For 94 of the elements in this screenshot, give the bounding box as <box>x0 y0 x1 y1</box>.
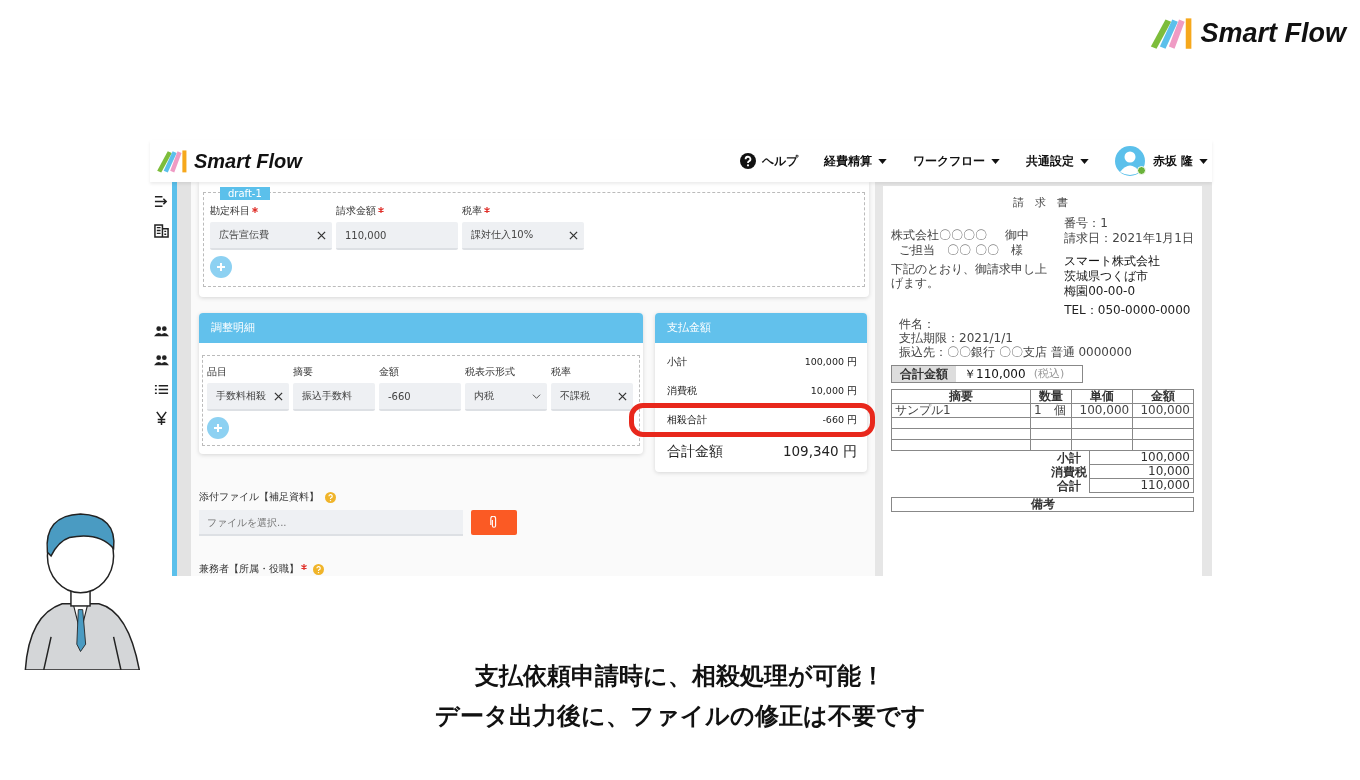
total-value: 109,340 円 <box>782 443 857 461</box>
doc-text: 茨城県つくば市 <box>1064 269 1150 283</box>
nav-menu[interactable]: 共通設定 <box>1025 152 1074 170</box>
field-label: 品目 <box>207 366 228 379</box>
input-field[interactable]: 課対仕入10% <box>462 222 584 250</box>
doc-text: 御中 <box>1005 228 1029 242</box>
amount-label: 相殺合計 <box>667 413 707 427</box>
doc-title: 請 求 書 <box>1011 196 1074 210</box>
doc-text: 梅園00-00-0 <box>1064 284 1137 298</box>
avatar[interactable] <box>1114 146 1145 176</box>
doc-text: 振込先：〇〇銀行 〇〇支店 普通 0000000 <box>898 345 1133 359</box>
doc-cell: 合計金額 <box>892 366 956 382</box>
close-icon[interactable] <box>569 230 578 240</box>
doc-text: 小計 <box>1056 451 1082 465</box>
logo-text: Smart Flow <box>1200 17 1346 49</box>
nav-menu[interactable]: ワークフロー <box>912 152 985 170</box>
doc-cell: 100,000 <box>1089 451 1194 465</box>
close-icon[interactable] <box>274 391 283 401</box>
nav-menu[interactable]: 経費精算 <box>823 152 872 170</box>
field-label: 金額 <box>379 366 400 379</box>
doc-text: 消費税 <box>1050 465 1088 479</box>
caption-text: 支払依頼申請時に、相殺処理が可能！ <box>475 661 885 692</box>
building-icon[interactable] <box>153 223 169 238</box>
plus-icon <box>213 423 223 433</box>
doc-cell: 1 個 <box>1030 403 1072 418</box>
issuer-name: スマート株式会社 <box>1064 254 1162 268</box>
users-icon[interactable] <box>153 324 169 339</box>
yen-icon[interactable] <box>153 411 169 426</box>
card-title: 支払金額 <box>667 321 711 335</box>
users-icon[interactable] <box>153 353 169 368</box>
chevron-icon <box>532 391 541 401</box>
doc-cell: サンプル1 <box>891 403 1031 418</box>
doc-text: TEL：050-0000-0000 <box>1064 303 1192 317</box>
draft-tag: draft-1 <box>220 187 270 200</box>
input-field[interactable]: 110,000 <box>336 222 458 250</box>
doc-text: 支払期限：2021/1/1 <box>898 331 1014 345</box>
doc-text: (税込) <box>1033 367 1065 381</box>
doc-header-cell: 金額 <box>1132 389 1194 404</box>
caret-icon <box>990 158 1000 164</box>
doc-text: 件名： <box>898 317 936 331</box>
amount-value: 100,000 円 <box>804 355 857 369</box>
input-field[interactable]: 広告宣伝費 <box>210 222 332 250</box>
caret-icon <box>877 158 887 164</box>
caret-icon <box>1199 158 1208 164</box>
field-label: 勘定科目 <box>210 205 250 218</box>
doc-header-cell: 単価 <box>1071 389 1133 404</box>
amount-value: -660 円 <box>822 413 857 427</box>
total-label: 合計金額 <box>667 443 723 461</box>
field-label: 税率 <box>551 366 572 379</box>
doc-text: 株式会社〇〇〇〇 <box>891 228 987 242</box>
doc-text: 様 <box>1010 243 1023 257</box>
doc-text: 請求日：2021年1月1日 <box>1064 231 1194 245</box>
doc-text: 〇〇 〇〇 <box>947 243 999 257</box>
input-field[interactable]: 内税 <box>465 383 547 411</box>
input-field[interactable]: 不課税 <box>551 383 633 411</box>
doc-text: 合計 <box>1056 479 1082 493</box>
doc-cell-text: ￥110,000 <box>963 367 1027 381</box>
collapse-icon[interactable] <box>153 194 169 209</box>
amount-label: 小計 <box>667 355 687 369</box>
amount-label: 消費税 <box>667 384 697 398</box>
help-icon <box>739 153 756 169</box>
nav-menu[interactable]: ヘルプ <box>761 152 798 170</box>
logo-text: Smart Flow <box>194 149 302 173</box>
doc-cell: 10,000 <box>1089 465 1194 479</box>
paperclip-icon <box>490 516 498 529</box>
close-icon[interactable] <box>317 230 326 240</box>
doc-header-cell: 数量 <box>1030 389 1072 404</box>
field-label: 添付ファイル【補足資料】 <box>199 490 319 504</box>
doc-cell: 100,000 <box>1132 403 1194 418</box>
field-label: 摘要 <box>293 366 314 379</box>
close-icon[interactable] <box>618 391 627 401</box>
doc-header-cell: 摘要 <box>891 389 1031 404</box>
doc-text: 下記のとおり、御請求申し上げます。 <box>891 262 1048 290</box>
card-title: 調整明細 <box>211 321 255 335</box>
plus-icon <box>216 262 226 272</box>
logo-icon <box>154 148 188 174</box>
input-field[interactable]: -660 <box>379 383 461 411</box>
doc-text: 番号：1 <box>1064 216 1109 230</box>
field-label: 請求金額 <box>336 205 376 218</box>
doc-cell: 110,000 <box>1089 479 1194 493</box>
input-field[interactable]: 振込手数料 <box>293 383 375 411</box>
amount-value: 10,000 円 <box>810 384 857 398</box>
doc-text: ご担当 <box>899 243 935 257</box>
field-label: 税表示形式 <box>465 366 516 379</box>
user-name[interactable]: 赤坂 隆 <box>1152 152 1193 170</box>
remarks-header: 備考 <box>891 497 1194 512</box>
field-label: 兼務者【所属・役職】 <box>199 562 299 576</box>
input-field[interactable]: 手数料相殺 <box>207 383 289 411</box>
list-icon[interactable] <box>153 382 169 397</box>
field-label: 税率 <box>462 205 482 218</box>
caption-text: データ出力後に、ファイルの修正は不要です <box>434 701 926 732</box>
doc-cell: 100,000 <box>1071 403 1133 418</box>
file-field[interactable]: ファイルを選択... <box>199 510 463 536</box>
caret-icon <box>1079 158 1089 164</box>
